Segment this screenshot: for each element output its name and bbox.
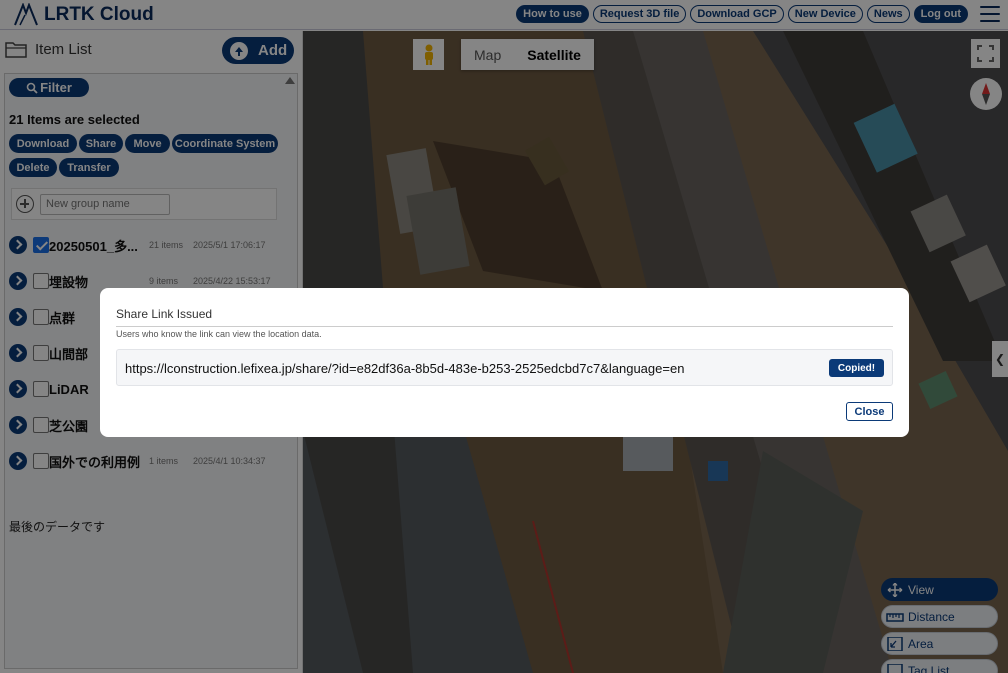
copy-link-button[interactable]: Copied! [829, 359, 884, 377]
share-link-box: https://lconstruction.lefixea.jp/share/?… [116, 349, 893, 386]
share-link-dialog: Share Link Issued Users who know the lin… [100, 288, 909, 437]
close-button[interactable]: Close [846, 402, 893, 421]
share-link-url[interactable]: https://lconstruction.lefixea.jp/share/?… [125, 361, 684, 376]
dialog-divider [116, 326, 893, 327]
dialog-title: Share Link Issued [116, 307, 213, 321]
dialog-description: Users who know the link can view the loc… [116, 329, 322, 339]
